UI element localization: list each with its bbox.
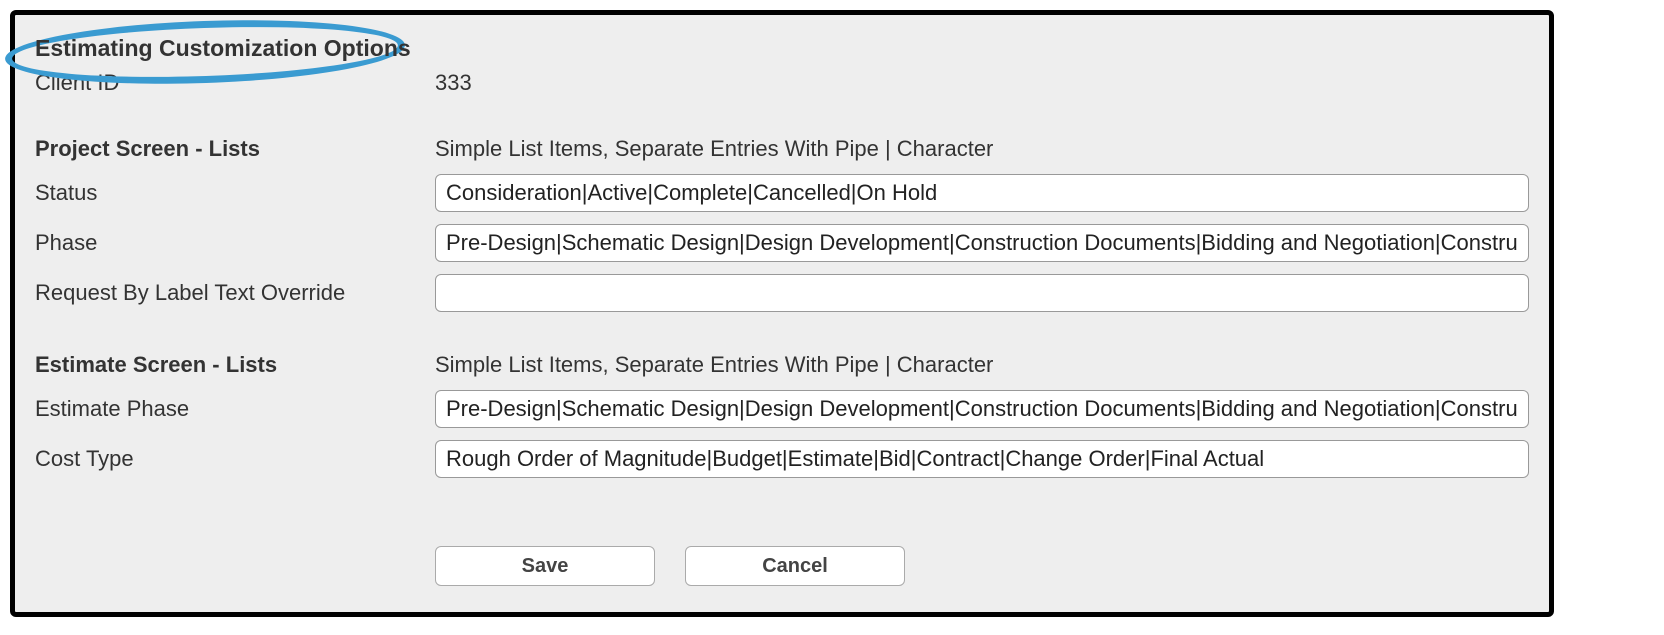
save-button[interactable]: Save [435, 546, 655, 586]
request-by-input[interactable] [435, 274, 1529, 312]
status-input[interactable] [435, 174, 1529, 212]
phase-input[interactable] [435, 224, 1529, 262]
client-id-value: 333 [435, 70, 1529, 96]
request-by-label: Request By Label Text Override [35, 280, 435, 306]
customization-panel: Estimating Customization Options Client … [10, 10, 1554, 617]
client-id-label: Client ID [35, 70, 435, 96]
cost-type-label: Cost Type [35, 446, 435, 472]
estimate-section-header: Estimate Screen - Lists [35, 352, 435, 378]
estimate-phase-label: Estimate Phase [35, 396, 435, 422]
estimate-phase-input[interactable] [435, 390, 1529, 428]
project-section-header: Project Screen - Lists [35, 136, 435, 162]
estimate-section-hint: Simple List Items, Separate Entries With… [435, 352, 1529, 378]
page-title: Estimating Customization Options [35, 35, 411, 62]
status-label: Status [35, 180, 435, 206]
cost-type-input[interactable] [435, 440, 1529, 478]
cancel-button[interactable]: Cancel [685, 546, 905, 586]
project-section-hint: Simple List Items, Separate Entries With… [435, 136, 1529, 162]
phase-label: Phase [35, 230, 435, 256]
